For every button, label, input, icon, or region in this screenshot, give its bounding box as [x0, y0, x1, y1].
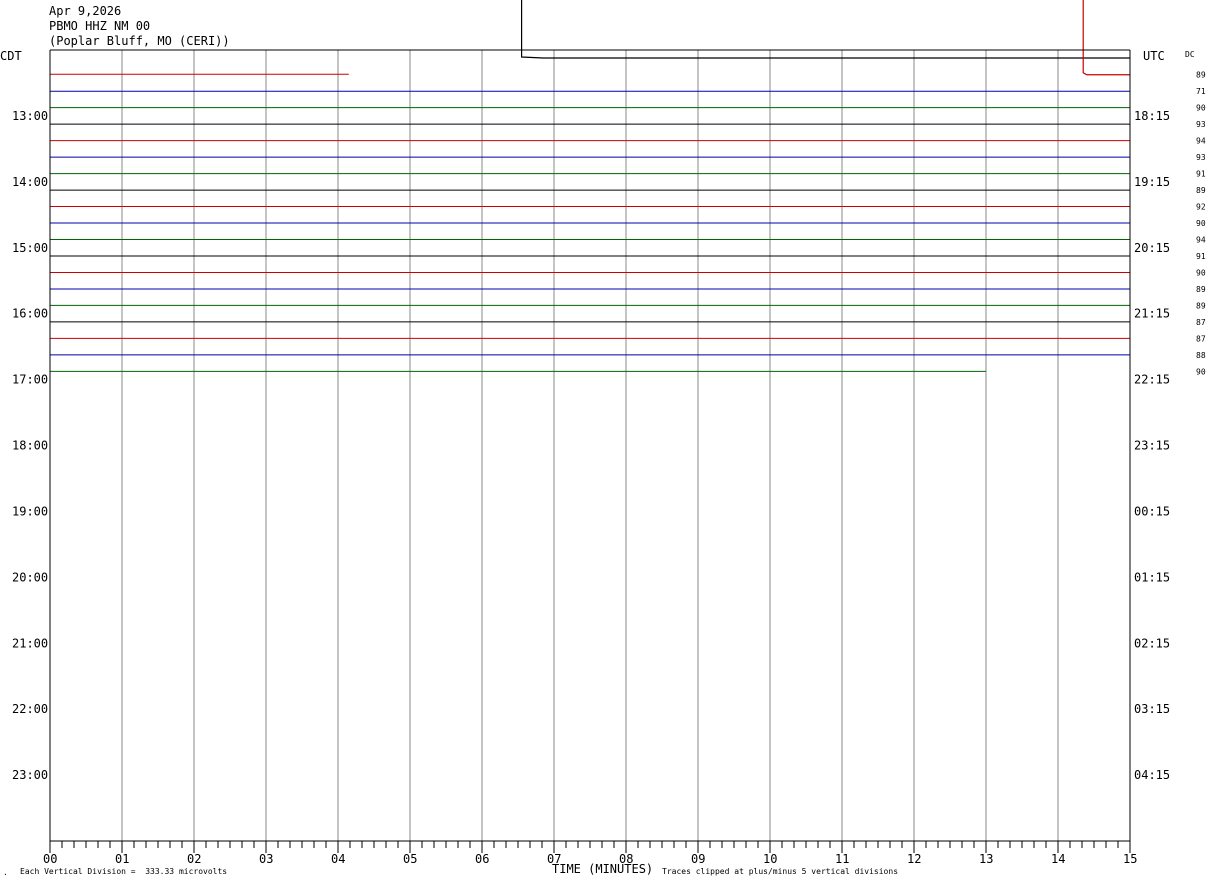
cdt-hour-label: 15:00 — [12, 241, 48, 255]
x-tick-label: 13 — [979, 852, 993, 866]
x-tick-label: 14 — [1051, 852, 1065, 866]
dc-offset-value: 92 — [1196, 203, 1206, 212]
cdt-hour-label: 20:00 — [12, 570, 48, 584]
cdt-hour-label: 19:00 — [12, 504, 48, 518]
dc-offset-value: 91 — [1196, 252, 1206, 261]
seismogram-chart: 00 01 02 03 04 05 06 07 08 09 10 11 12 13 14 1513:0014:… — [0, 0, 1206, 876]
cdt-hour-label: 14:00 — [12, 175, 48, 189]
seismic-traces — [50, 0, 1130, 372]
utc-hour-label: 23:15 — [1134, 439, 1170, 453]
x-tick-label: 12 — [907, 852, 921, 866]
dc-offset-value: 89 — [1196, 71, 1206, 80]
left-axis-title: CDT — [0, 49, 22, 63]
cdt-hour-label: 16:00 — [12, 307, 48, 321]
x-tick-label: 04 — [331, 852, 345, 866]
dc-offset-value: 93 — [1196, 153, 1206, 162]
clipping-legend: Traces clipped at plus/minus 5 vertical … — [662, 867, 899, 876]
dc-offset-value: 90 — [1196, 219, 1206, 228]
event-spike — [1082, 0, 1130, 76]
footer-mark: . — [3, 868, 8, 877]
utc-hour-label: 04:15 — [1134, 768, 1170, 782]
dc-offset-value: 87 — [1196, 334, 1206, 343]
dc-offset-value: 87 — [1196, 318, 1206, 327]
cdt-hour-label: 18:00 — [12, 439, 48, 453]
cdt-hour-label: 22:00 — [12, 702, 48, 716]
right-axis-title: UTC — [1143, 49, 1165, 63]
dc-column-title: DC — [1185, 50, 1195, 59]
utc-hour-label: 20:15 — [1134, 241, 1170, 255]
x-tick-label: 10 — [763, 852, 777, 866]
cdt-hour-label: 17:00 — [12, 373, 48, 387]
x-tick-label: 05 — [403, 852, 417, 866]
dc-offset-value: 89 — [1196, 301, 1206, 310]
chart-axes — [49, 49, 1131, 853]
utc-hour-label: 21:15 — [1134, 307, 1170, 321]
dc-offset-value: 90 — [1196, 104, 1206, 113]
time-gridlines — [121, 50, 1059, 841]
x-tick-label: 00 — [43, 852, 57, 866]
dc-offset-value: 71 — [1196, 87, 1206, 96]
dc-offset-value: 94 — [1196, 137, 1206, 146]
dc-offset-value: 89 — [1196, 285, 1206, 294]
x-tick-label: 11 — [835, 852, 849, 866]
x-tick-label: 06 — [475, 852, 489, 866]
dc-offset-value: 90 — [1196, 268, 1206, 277]
utc-hour-label: 19:15 — [1134, 175, 1170, 189]
cdt-hour-label: 13:00 — [12, 109, 48, 123]
dc-offset-value: 94 — [1196, 236, 1206, 245]
x-tick-label: 03 — [259, 852, 273, 866]
vertical-division-legend: Each Vertical Division = 333.33 microvol… — [20, 867, 228, 876]
dc-offset-value: 89 — [1196, 186, 1206, 195]
x-tick-label: 02 — [187, 852, 201, 866]
utc-hour-label: 18:15 — [1134, 109, 1170, 123]
utc-hour-label: 01:15 — [1134, 570, 1170, 584]
x-tick-label: 09 — [691, 852, 705, 866]
utc-hour-label: 22:15 — [1134, 373, 1170, 387]
dc-offset-value: 90 — [1196, 367, 1206, 376]
dc-offset-value: 91 — [1196, 170, 1206, 179]
x-axis-title: TIME (MINUTES) — [552, 862, 653, 876]
utc-hour-label: 00:15 — [1134, 504, 1170, 518]
cdt-hour-label: 23:00 — [12, 768, 48, 782]
cdt-hour-label: 21:00 — [12, 636, 48, 650]
x-tick-label: 01 — [115, 852, 129, 866]
event-spike — [521, 0, 1130, 59]
dc-offset-value: 93 — [1196, 120, 1206, 129]
utc-hour-label: 02:15 — [1134, 636, 1170, 650]
x-tick-label: 15 — [1123, 852, 1137, 866]
utc-hour-label: 03:15 — [1134, 702, 1170, 716]
dc-offset-value: 88 — [1196, 351, 1206, 360]
